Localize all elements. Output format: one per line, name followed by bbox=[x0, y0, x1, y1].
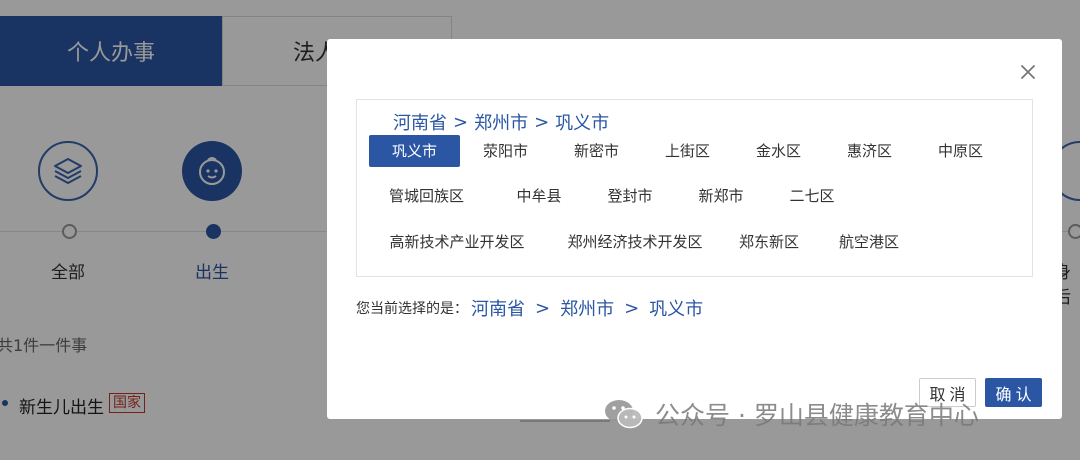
region-picker-modal: 河南省 > 郑州市 > 巩义市 巩义市 荥阳市 新密市 上街区 金水区 惠济区 … bbox=[327, 39, 1062, 419]
breadcrumb-district[interactable]: 巩义市 bbox=[555, 109, 609, 135]
breadcrumb-separator: > bbox=[534, 111, 550, 133]
region-option[interactable]: 新密市 bbox=[551, 135, 642, 167]
watermark-text: 公众号 · 罗山县健康教育中心 bbox=[655, 401, 979, 430]
confirm-button[interactable]: 确认 bbox=[985, 378, 1042, 407]
current-selection-label: 您当前选择的是： bbox=[356, 301, 468, 317]
breadcrumb-city[interactable]: 郑州市 bbox=[474, 109, 528, 135]
region-option[interactable]: 登封市 bbox=[594, 180, 666, 212]
current-separator: > bbox=[624, 297, 640, 319]
current-district: 巩义市 bbox=[649, 299, 704, 320]
region-option[interactable]: 二七区 bbox=[776, 180, 848, 212]
breadcrumb-province[interactable]: 河南省 bbox=[393, 109, 447, 135]
close-button[interactable] bbox=[1017, 61, 1039, 83]
region-option[interactable]: 巩义市 bbox=[369, 135, 460, 167]
current-city: 郑州市 bbox=[560, 299, 615, 320]
wechat-icon bbox=[605, 400, 643, 429]
region-option[interactable]: 荥阳市 bbox=[460, 135, 551, 167]
region-selector-panel: 河南省 > 郑州市 > 巩义市 巩义市 荥阳市 新密市 上街区 金水区 惠济区 … bbox=[356, 99, 1033, 277]
region-option[interactable]: 航空港区 bbox=[813, 226, 925, 258]
current-separator: > bbox=[535, 297, 551, 319]
region-option[interactable]: 郑东新区 bbox=[725, 226, 813, 258]
region-breadcrumb: 河南省 > 郑州市 > 巩义市 bbox=[393, 109, 609, 135]
region-option[interactable]: 中原区 bbox=[915, 135, 1006, 167]
region-option[interactable]: 中牟县 bbox=[484, 180, 594, 212]
region-row-3: 高新技术产业开发区 郑州经济技术开发区 郑东新区 航空港区 bbox=[369, 226, 925, 258]
region-option[interactable]: 新郑市 bbox=[666, 180, 776, 212]
region-option[interactable]: 上街区 bbox=[642, 135, 733, 167]
region-option[interactable]: 管城回族区 bbox=[369, 180, 484, 212]
current-selection-path: 河南省 > 郑州市 > 巩义市 bbox=[471, 295, 703, 321]
region-option[interactable]: 金水区 bbox=[733, 135, 824, 167]
region-row-1: 巩义市 荥阳市 新密市 上街区 金水区 惠济区 中原区 bbox=[369, 135, 1006, 167]
current-province: 河南省 bbox=[471, 299, 525, 320]
region-option[interactable]: 郑州经济技术开发区 bbox=[545, 226, 725, 258]
close-icon bbox=[1021, 65, 1035, 79]
region-row-2: 管城回族区 中牟县 登封市 新郑市 二七区 bbox=[369, 180, 848, 212]
region-option[interactable]: 高新技术产业开发区 bbox=[369, 226, 545, 258]
region-option[interactable]: 惠济区 bbox=[824, 135, 915, 167]
watermark: 公众号 · 罗山县健康教育中心 bbox=[603, 396, 979, 432]
breadcrumb-separator: > bbox=[453, 111, 469, 133]
